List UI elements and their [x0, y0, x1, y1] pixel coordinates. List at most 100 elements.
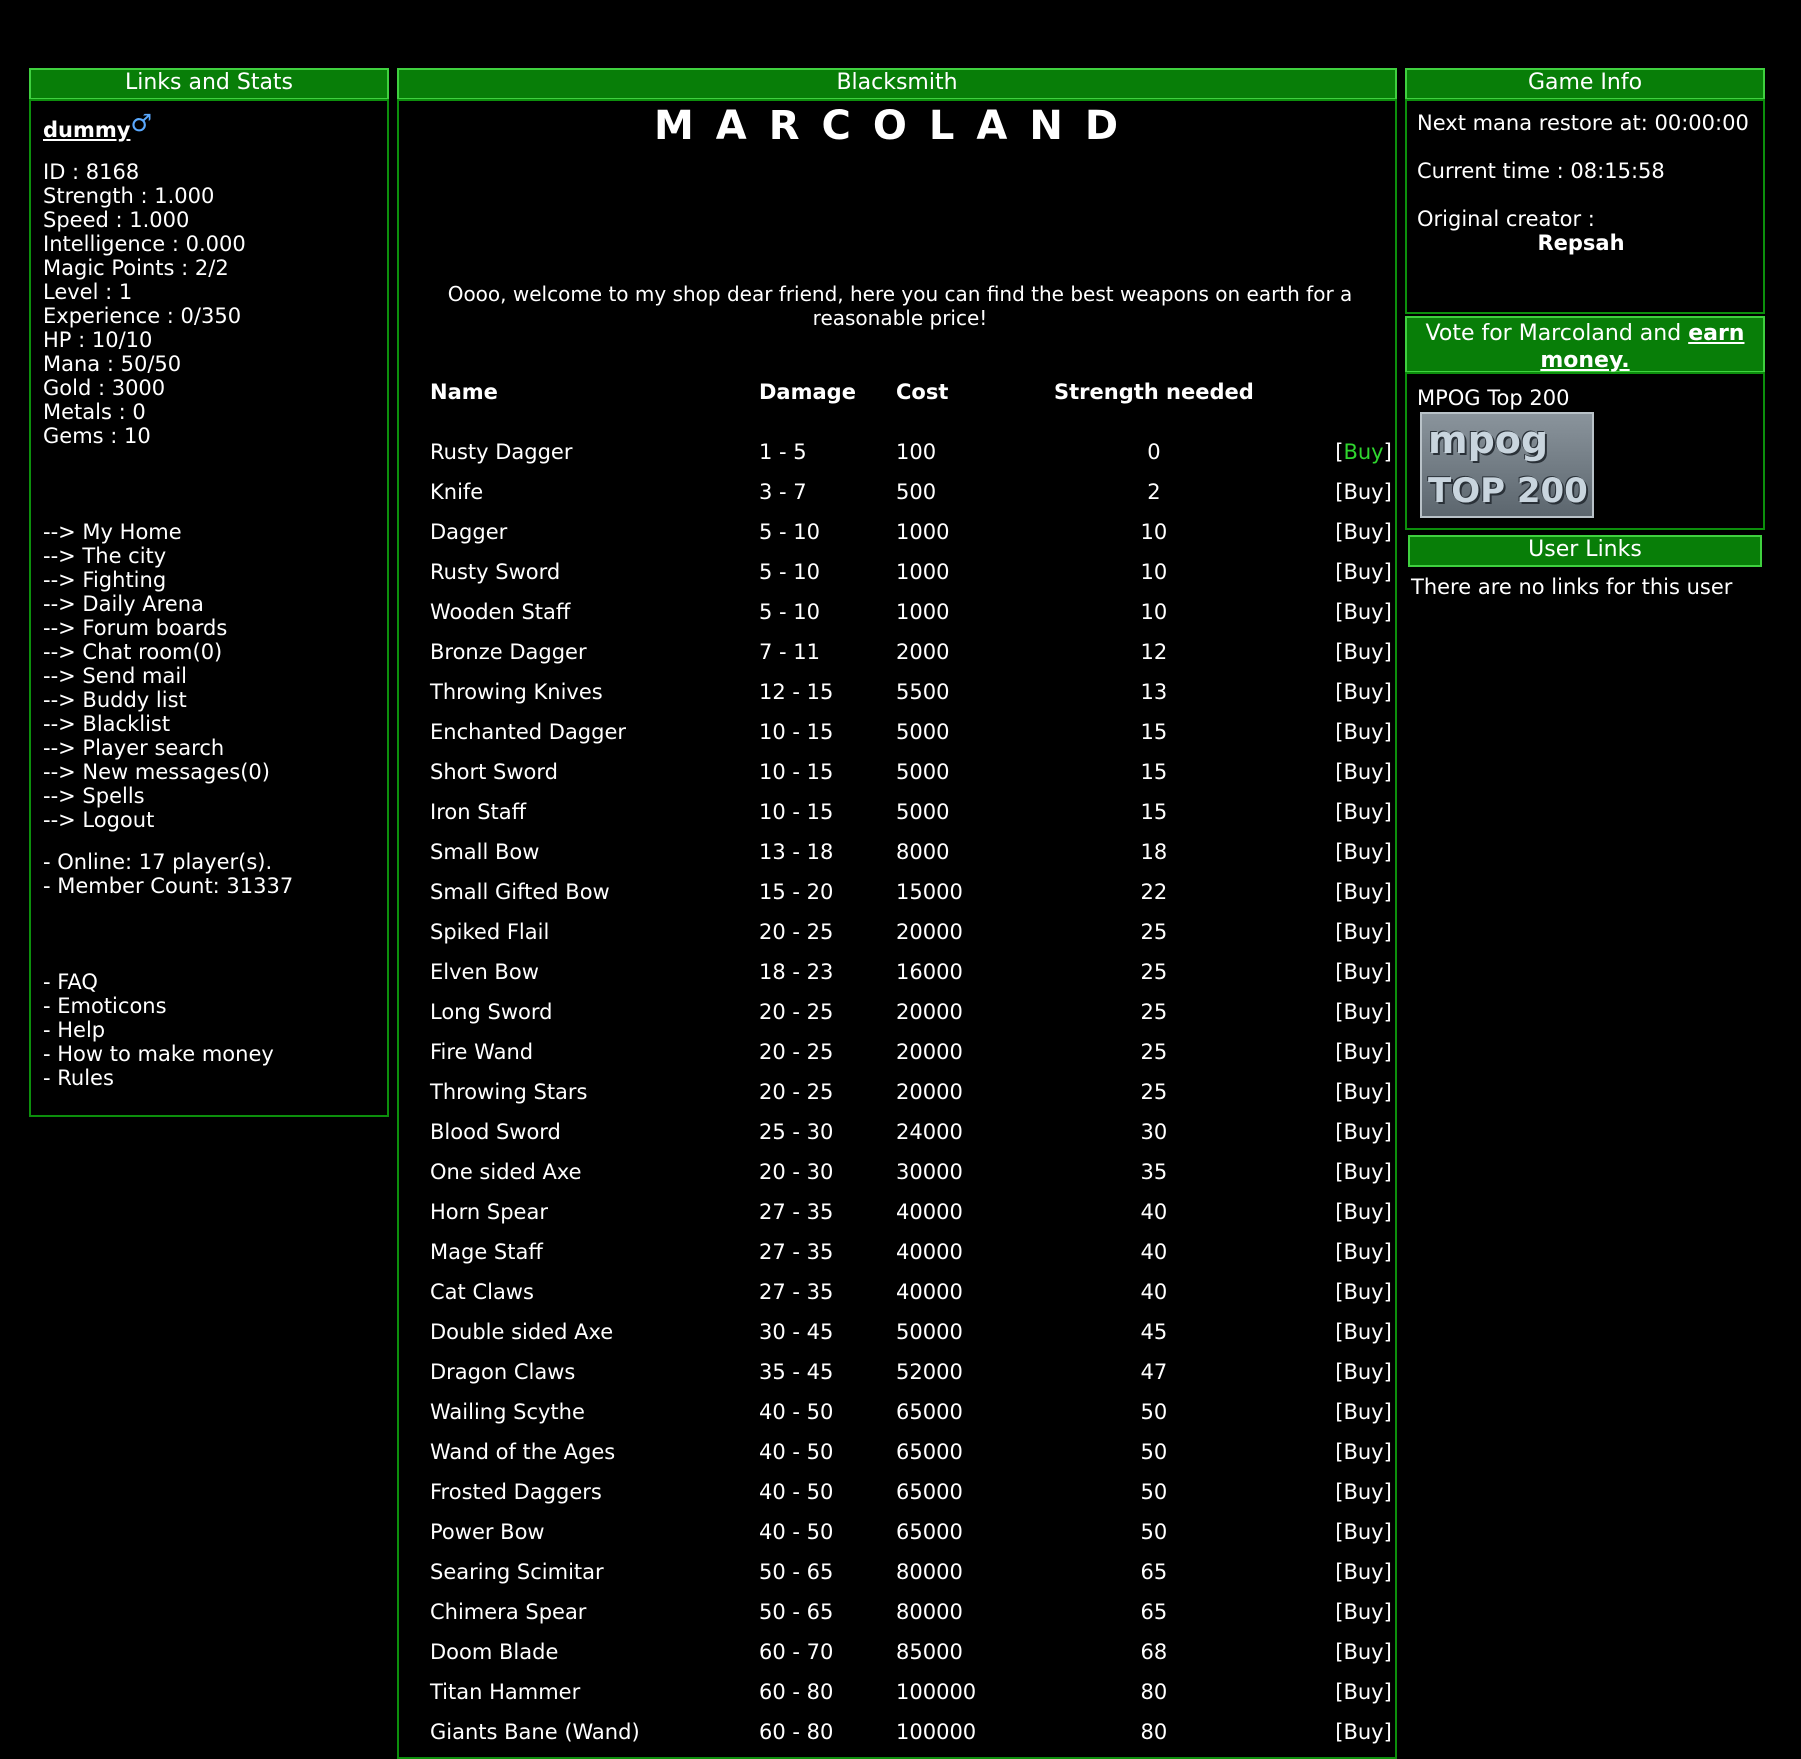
buy-button[interactable]: [Buy] — [1335, 1440, 1392, 1464]
buy-button[interactable]: [Buy] — [1335, 1480, 1392, 1504]
buy-button[interactable]: [Buy] — [1335, 960, 1392, 984]
buy-button[interactable]: [Buy] — [1335, 760, 1392, 784]
help-link[interactable]: - How to make money — [43, 1042, 373, 1066]
table-row: Horn Spear 27 - 35 40000 40 [Buy] — [430, 1192, 1392, 1232]
weapon-damage: 60 - 70 — [759, 1640, 834, 1664]
buy-button[interactable]: [Buy] — [1335, 1680, 1392, 1704]
nav-link[interactable]: --> Buddy list — [43, 688, 373, 712]
buy-cell: [Buy] — [1254, 792, 1392, 832]
buy-button[interactable]: [Buy] — [1335, 1280, 1392, 1304]
buy-cell: [Buy] — [1254, 472, 1392, 512]
buy-button[interactable]: [Buy] — [1335, 1600, 1392, 1624]
buy-button[interactable]: [Buy] — [1335, 1080, 1392, 1104]
table-row: One sided Axe 20 - 30 30000 35 [Buy] — [430, 1152, 1392, 1192]
buy-button[interactable]: [Buy] — [1335, 840, 1392, 864]
creator-name: Repsah — [1537, 231, 1625, 255]
weapon-cost: 40000 — [896, 1240, 963, 1264]
buy-button[interactable]: [Buy] — [1335, 440, 1392, 464]
weapon-cost: 24000 — [896, 1120, 963, 1144]
help-link[interactable]: - Rules — [43, 1066, 373, 1090]
creator-label: Original creator : — [1417, 207, 1595, 231]
weapon-cost: 65000 — [896, 1400, 963, 1424]
nav-link[interactable]: --> Blacklist — [43, 712, 373, 736]
current-time: Current time : 08:15:58 — [1417, 159, 1665, 183]
weapon-strength: 2 — [1147, 480, 1161, 504]
col-header-damage: Damage — [759, 380, 856, 404]
buy-button[interactable]: [Buy] — [1335, 520, 1392, 544]
nav-link[interactable]: --> Chat room(0) — [43, 640, 373, 664]
buy-button[interactable]: [Buy] — [1335, 1360, 1392, 1384]
buy-cell: [Buy] — [1254, 1112, 1392, 1152]
buy-cell: [Buy] — [1254, 832, 1392, 872]
weapon-damage: 40 - 50 — [759, 1480, 834, 1504]
buy-button[interactable]: [Buy] — [1335, 1000, 1392, 1024]
buy-button[interactable]: [Buy] — [1335, 1320, 1392, 1344]
nav-link[interactable]: --> Fighting — [43, 568, 373, 592]
weapon-cost: 65000 — [896, 1520, 963, 1544]
buy-button[interactable]: [Buy] — [1335, 920, 1392, 944]
help-link[interactable]: - Emoticons — [43, 994, 373, 1018]
weapon-strength: 10 — [1140, 560, 1168, 584]
weapon-name: Dragon Claws — [430, 1360, 576, 1384]
nav-link[interactable]: --> The city — [43, 544, 373, 568]
buy-button[interactable]: [Buy] — [1335, 1400, 1392, 1424]
buy-button[interactable]: [Buy] — [1335, 560, 1392, 584]
blacksmith-header-label: Blacksmith — [836, 70, 958, 95]
table-row: Wailing Scythe 40 - 50 65000 50 [Buy] — [430, 1392, 1392, 1432]
nav-link[interactable]: --> New messages(0) — [43, 760, 373, 784]
game-info-header: Game Info — [1405, 68, 1765, 100]
buy-button[interactable]: [Buy] — [1335, 1240, 1392, 1264]
weapon-damage: 30 - 45 — [759, 1320, 834, 1344]
weapon-cost: 500 — [896, 480, 937, 504]
nav-link[interactable]: --> Spells — [43, 784, 373, 808]
weapon-cost: 20000 — [896, 1080, 963, 1104]
buy-button[interactable]: [Buy] — [1335, 1160, 1392, 1184]
buy-button[interactable]: [Buy] — [1335, 880, 1392, 904]
weapon-damage: 13 - 18 — [759, 840, 834, 864]
weapon-name: Cat Claws — [430, 1280, 534, 1304]
weapon-name: Elven Bow — [430, 960, 539, 984]
weapon-name: Blood Sword — [430, 1120, 561, 1144]
weapon-name: Wooden Staff — [430, 600, 571, 624]
weapon-name: Horn Spear — [430, 1200, 548, 1224]
table-row: Rusty Sword 5 - 10 1000 10 [Buy] — [430, 552, 1392, 592]
links-stats-header-label: Links and Stats — [124, 70, 294, 95]
buy-button[interactable]: [Buy] — [1335, 800, 1392, 824]
stat-line: Strength : 1.000 — [43, 184, 215, 208]
weapon-strength: 13 — [1140, 680, 1168, 704]
nav-link[interactable]: --> Send mail — [43, 664, 373, 688]
weapon-name: Titan Hammer — [430, 1680, 581, 1704]
buy-button[interactable]: [Buy] — [1335, 1560, 1392, 1584]
table-row: Elven Bow 18 - 23 16000 25 [Buy] — [430, 952, 1392, 992]
weapon-damage: 50 - 65 — [759, 1600, 834, 1624]
nav-link[interactable]: --> My Home — [43, 520, 373, 544]
buy-button[interactable]: [Buy] — [1335, 600, 1392, 624]
buy-cell: [Buy] — [1254, 1472, 1392, 1512]
buy-button[interactable]: [Buy] — [1335, 1720, 1392, 1744]
weapon-damage: 27 - 35 — [759, 1280, 834, 1304]
nav-link[interactable]: --> Daily Arena — [43, 592, 373, 616]
buy-button[interactable]: [Buy] — [1335, 1640, 1392, 1664]
buy-button[interactable]: [Buy] — [1335, 1200, 1392, 1224]
help-link[interactable]: - Help — [43, 1018, 373, 1042]
buy-button[interactable]: [Buy] — [1335, 1120, 1392, 1144]
mpog-top200-badge[interactable]: mpog TOP 200 — [1420, 412, 1594, 518]
buy-button[interactable]: [Buy] — [1335, 640, 1392, 664]
nav-link[interactable]: --> Logout — [43, 808, 373, 832]
weapon-damage: 20 - 25 — [759, 1080, 834, 1104]
weapon-cost: 15000 — [896, 880, 963, 904]
weapon-name: Throwing Knives — [430, 680, 603, 704]
buy-button[interactable]: [Buy] — [1335, 1040, 1392, 1064]
nav-link[interactable]: --> Forum boards — [43, 616, 373, 640]
nav-link[interactable]: --> Player search — [43, 736, 373, 760]
weapon-name: Knife — [430, 480, 484, 504]
weapon-cost: 1000 — [896, 560, 950, 584]
buy-button[interactable]: [Buy] — [1335, 680, 1392, 704]
username-link[interactable]: dummy — [43, 118, 130, 142]
buy-button[interactable]: [Buy] — [1335, 1520, 1392, 1544]
weapon-strength: 65 — [1140, 1560, 1168, 1584]
help-link[interactable]: - FAQ — [43, 970, 373, 994]
buy-button[interactable]: [Buy] — [1335, 720, 1392, 744]
buy-cell: [Buy] — [1254, 872, 1392, 912]
buy-button[interactable]: [Buy] — [1335, 480, 1392, 504]
